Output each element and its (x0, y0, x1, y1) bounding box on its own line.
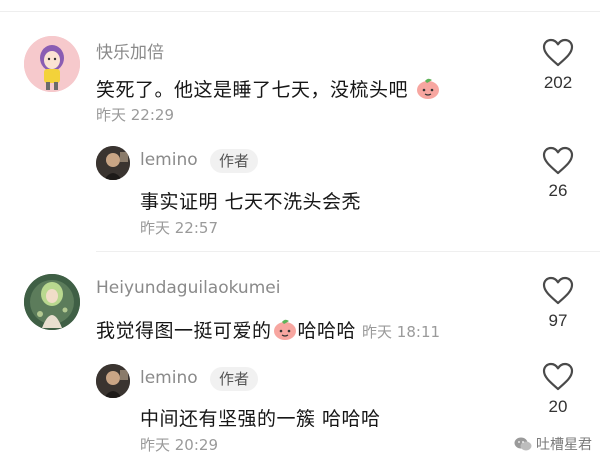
like-count: 26 (548, 181, 568, 200)
heart-outline-icon (542, 146, 574, 175)
like-button[interactable]: 202 (528, 38, 588, 93)
avatar[interactable] (96, 364, 130, 398)
author-badge: 作者 (210, 367, 259, 391)
comment-divider (96, 251, 600, 252)
watermark: 吐槽星君 (514, 434, 592, 454)
comment-author[interactable]: Heiyundaguilaokumei (96, 278, 280, 298)
reply-author[interactable]: lemino (140, 368, 198, 388)
like-button[interactable]: 26 (528, 146, 588, 201)
photo-avatar-icon (96, 364, 130, 398)
comment-author[interactable]: 快乐加倍 (96, 38, 164, 63)
reply-time: 昨天 22:57 (140, 219, 218, 237)
comment-text-before: 我觉得图一挺可爱的 (96, 320, 272, 342)
fairy-avatar-icon (24, 274, 80, 330)
like-count: 202 (543, 73, 573, 92)
comment-text: 笑死了。他这是睡了七天，没梳头吧 (96, 75, 441, 105)
peach-face-emoji (272, 317, 298, 346)
heart-outline-icon (542, 38, 574, 67)
peach-face-emoji (415, 76, 441, 105)
reply-text: 事实证明 七天不洗头会秃 (140, 191, 362, 213)
avatar[interactable] (24, 36, 80, 92)
comment-text-content: 笑死了。他这是睡了七天，没梳头吧 (96, 79, 409, 101)
reply-text: 中间还有坚强的一簇 哈哈哈 (140, 408, 381, 430)
watermark-text: 吐槽星君 (536, 437, 592, 453)
avatar[interactable] (96, 146, 130, 180)
reply-time: 昨天 20:29 (140, 436, 218, 454)
comment-text: 我觉得图一挺可爱的 哈哈哈 昨天 18:11 (96, 316, 440, 346)
like-button[interactable]: 20 (528, 362, 588, 417)
like-count: 97 (548, 311, 568, 330)
heart-outline-icon (542, 276, 574, 305)
comment-text-after: 哈哈哈 (297, 320, 357, 342)
top-divider (0, 0, 600, 12)
photo-avatar-icon (96, 146, 130, 180)
author-badge: 作者 (210, 149, 259, 173)
comment-time: 昨天 18:11 (362, 323, 441, 341)
wechat-icon (514, 437, 532, 451)
cartoon-girl-avatar-icon (24, 36, 80, 92)
avatar[interactable] (24, 274, 80, 330)
reply-author[interactable]: lemino (140, 150, 198, 170)
like-button[interactable]: 97 (528, 276, 588, 331)
heart-outline-icon (542, 362, 574, 391)
comment-time: 昨天 22:29 (96, 106, 174, 124)
like-count: 20 (548, 397, 568, 416)
